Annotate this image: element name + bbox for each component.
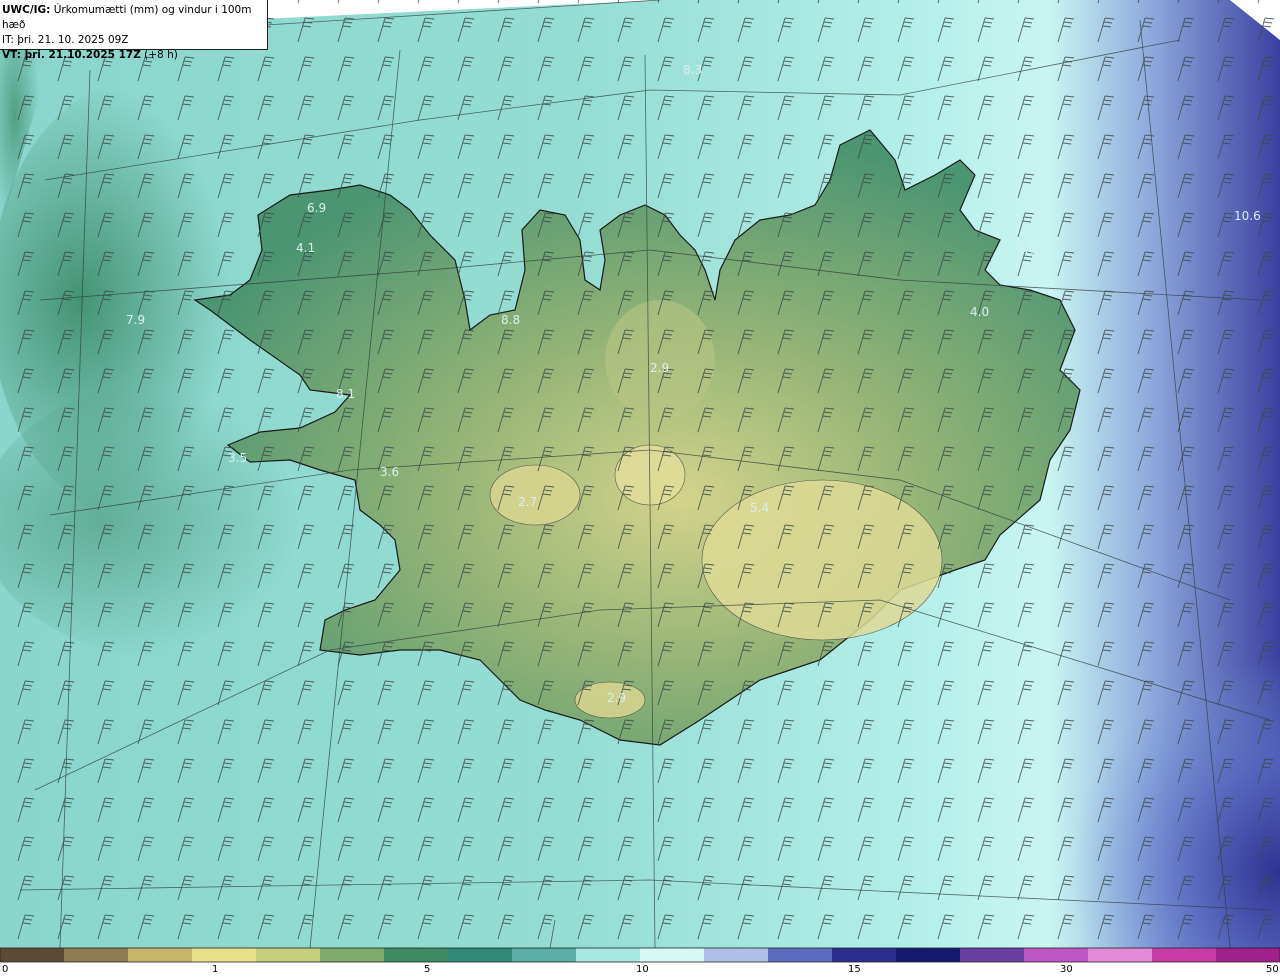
value-label: 9.6 bbox=[1017, 242, 1036, 256]
value-label: 10.6 bbox=[1234, 209, 1261, 223]
value-label: 5.4 bbox=[750, 501, 769, 515]
colorbar-swatch bbox=[64, 948, 129, 962]
colorbar-tick-label: 15 bbox=[848, 964, 861, 975]
value-label: 3.6 bbox=[380, 465, 399, 479]
colorbar-swatch bbox=[960, 948, 1025, 962]
colorbar-tick-label: 30 bbox=[1060, 964, 1073, 975]
value-label: 4.1 bbox=[296, 241, 315, 255]
colorbar-swatch bbox=[1024, 948, 1089, 962]
value-label: 6.9 bbox=[307, 201, 326, 215]
colorbar-swatch bbox=[576, 948, 641, 962]
colorbar-swatch bbox=[896, 948, 961, 962]
colorbar-swatch bbox=[1216, 948, 1280, 962]
colorbar-tick-label: 50 bbox=[1266, 964, 1279, 975]
colorbar-swatch bbox=[128, 948, 193, 962]
value-label: 2.9 bbox=[607, 691, 626, 705]
colorbar-swatch bbox=[320, 948, 385, 962]
value-label: 2.7 bbox=[518, 495, 537, 509]
value-label: 8.1 bbox=[336, 387, 355, 401]
valid-time: VT: þri. 21.10.2025 17Z bbox=[2, 49, 141, 61]
colorbar bbox=[0, 948, 1280, 962]
colorbar-swatch bbox=[448, 948, 513, 962]
value-label: 8.3 bbox=[683, 63, 702, 77]
colorbar-tick-labels: 0 1 5 10 15 30 50 bbox=[0, 962, 1280, 978]
value-label: 4.0 bbox=[970, 305, 989, 319]
colorbar-swatch bbox=[256, 948, 321, 962]
colorbar-tick-label: 5 bbox=[424, 964, 431, 975]
title-line: UWC/IG: Úrkomumætti (mm) og vindur i 100… bbox=[2, 3, 267, 33]
colorbar-swatch bbox=[1152, 948, 1217, 962]
value-label: 7.9 bbox=[126, 313, 145, 327]
colorbar-swatch bbox=[384, 948, 449, 962]
forecast-offset: (+8 h) bbox=[144, 49, 178, 61]
value-label: 8.8 bbox=[501, 313, 520, 327]
colorbar-swatch bbox=[768, 948, 833, 962]
colorbar-swatch bbox=[832, 948, 897, 962]
colorbar-swatch bbox=[640, 948, 705, 962]
weather-map: 8.3 6.9 4.1 7.9 8.8 8.1 3.5 3.6 2.7 2.9 … bbox=[0, 0, 1280, 978]
colorbar-tick-label: 1 bbox=[212, 964, 219, 975]
issue-time: IT: þri. 21. 10. 2025 09Z bbox=[2, 34, 129, 46]
colorbar-swatch bbox=[1088, 948, 1153, 962]
colorbar-swatch bbox=[512, 948, 577, 962]
colorbar-swatch bbox=[192, 948, 257, 962]
value-label: 2.9 bbox=[650, 361, 669, 375]
colorbar-swatch bbox=[704, 948, 769, 962]
colorbar-swatch bbox=[0, 948, 65, 962]
colorbar-tick-label: 0 bbox=[2, 964, 9, 975]
value-label: 3.5 bbox=[228, 451, 247, 465]
colorbar-tick-label: 10 bbox=[636, 964, 649, 975]
product-label: UWC/IG: bbox=[2, 4, 51, 16]
valid-time-line: VT: þri. 21.10.2025 17Z (+8 h) bbox=[2, 48, 267, 63]
info-box: UWC/IG: Úrkomumætti (mm) og vindur i 100… bbox=[0, 0, 268, 61]
